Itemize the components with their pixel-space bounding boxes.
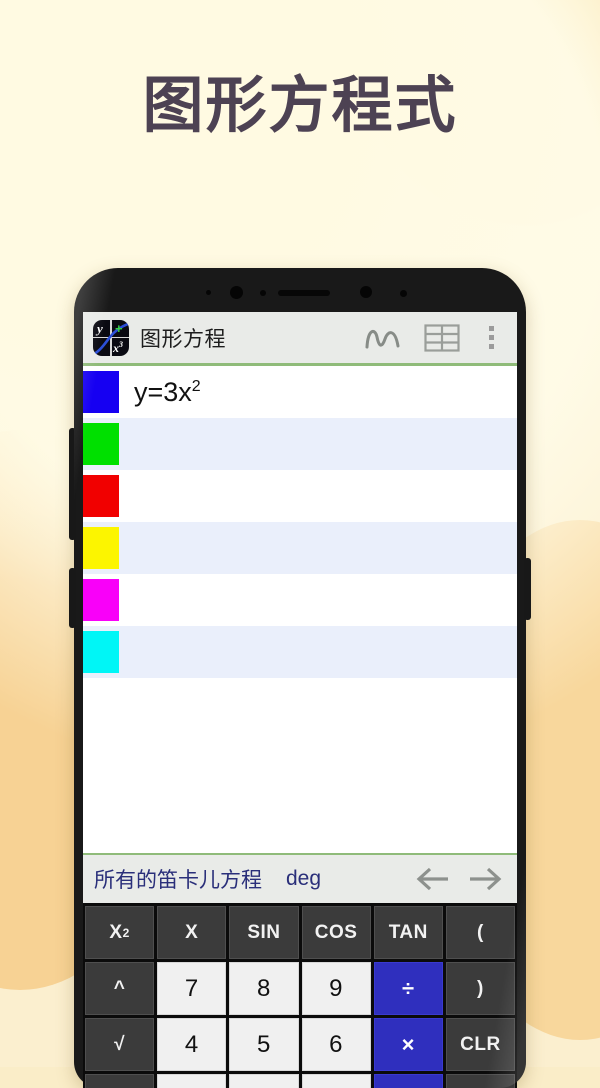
phone-screen: y + x3 图形方程	[83, 312, 517, 1088]
key-label: ×	[402, 1032, 415, 1058]
key-x[interactable]: X	[157, 906, 226, 959]
key-close-paren[interactable]: )	[446, 962, 515, 1015]
key-sin[interactable]: SIN	[229, 906, 298, 959]
key-label: 5	[257, 1031, 271, 1059]
equation-row[interactable]	[83, 522, 517, 574]
key-label: )	[477, 978, 484, 1000]
key-3[interactable]: 3	[302, 1074, 371, 1088]
app-icon-x-label: x3	[113, 340, 123, 356]
key-9[interactable]: 9	[302, 962, 371, 1015]
equation-row[interactable]	[83, 574, 517, 626]
key-minus[interactable]: −	[374, 1074, 443, 1088]
key-exponent: 2	[123, 926, 130, 940]
equation-list-empty-area[interactable]	[83, 739, 517, 855]
key-6[interactable]: 6	[302, 1018, 371, 1071]
wave-graph-icon[interactable]	[355, 316, 413, 360]
key-label: 9	[329, 975, 343, 1003]
key-1[interactable]: 1	[157, 1074, 226, 1088]
equation-color-swatch-yellow[interactable]	[83, 527, 119, 569]
key-label: CLR	[460, 1034, 501, 1056]
key-label: SIN	[247, 922, 280, 944]
earpiece-speaker-icon	[278, 290, 330, 296]
key-label: 6	[329, 1031, 343, 1059]
overflow-dot-icon	[489, 335, 494, 340]
equation-color-swatch-blue[interactable]	[83, 371, 119, 413]
equation-color-swatch-cyan[interactable]	[83, 631, 119, 673]
key-x-squared[interactable]: X2	[85, 906, 154, 959]
power-button[interactable]	[524, 558, 531, 620]
angle-unit-label[interactable]: deg	[286, 867, 321, 891]
key-open-paren[interactable]: (	[446, 906, 515, 959]
table-view-glyph	[424, 324, 460, 352]
equation-color-swatch-green[interactable]	[83, 423, 119, 465]
app-bar: y + x3 图形方程	[83, 312, 517, 366]
phone-top-bezel	[74, 268, 526, 312]
arrow-left-icon	[415, 866, 451, 892]
key-backspace[interactable]	[446, 1074, 515, 1088]
key-label: 7	[185, 975, 199, 1003]
equation-color-swatch-magenta[interactable]	[83, 579, 119, 621]
key-7[interactable]: 7	[157, 962, 226, 1015]
key-2[interactable]: 2	[229, 1074, 298, 1088]
front-camera-icon	[230, 286, 243, 299]
key-log[interactable]: LOG	[85, 1074, 154, 1088]
keypad-row: √ 4 5 6 × CLR	[85, 1018, 515, 1071]
key-4[interactable]: 4	[157, 1018, 226, 1071]
key-sqrt[interactable]: √	[85, 1018, 154, 1071]
volume-rocker-button[interactable]	[69, 428, 76, 540]
arrow-right-icon	[467, 866, 503, 892]
page-title: 图形方程式	[0, 72, 600, 142]
bixby-button[interactable]	[69, 568, 76, 628]
overflow-menu-icon[interactable]	[471, 316, 511, 360]
equation-row[interactable]	[83, 470, 517, 522]
sensor-dot-icon	[206, 290, 211, 295]
key-multiply[interactable]: ×	[374, 1018, 443, 1071]
key-5[interactable]: 5	[229, 1018, 298, 1071]
key-label: TAN	[389, 922, 428, 944]
key-label: 4	[185, 1031, 199, 1059]
wave-graph-glyph	[364, 325, 404, 351]
phone-mockup: y + x3 图形方程	[74, 268, 526, 1088]
previous-equation-button[interactable]	[407, 857, 459, 901]
keypad-row: X2XSINCOSTAN(	[85, 906, 515, 959]
key-label: X	[109, 922, 122, 944]
app-icon-plus-label: +	[115, 321, 123, 336]
table-view-icon[interactable]	[413, 316, 471, 360]
overflow-dot-icon	[489, 326, 494, 331]
keypad-row: ^ 7 8 9 ÷)	[85, 962, 515, 1015]
app-icon-y-label: y	[97, 321, 103, 337]
key-label: √	[114, 1034, 125, 1056]
equation-text[interactable]: y=3x2	[134, 379, 201, 406]
equation-row[interactable]	[83, 418, 517, 470]
graph-equation-app-icon: y + x3	[93, 320, 129, 356]
key-clear[interactable]: CLR	[446, 1018, 515, 1071]
key-divide[interactable]: ÷	[374, 962, 443, 1015]
equation-row[interactable]	[83, 626, 517, 678]
iris-scanner-icon	[360, 286, 372, 298]
key-label: 8	[257, 975, 271, 1003]
key-cos[interactable]: COS	[302, 906, 371, 959]
sensor-dot-icon	[400, 290, 407, 297]
key-8[interactable]: 8	[229, 962, 298, 1015]
calculator-keypad: X2XSINCOSTAN(^789÷)√456×CLRLOG123−LN.0=+…	[83, 903, 517, 1088]
status-bar: 所有的笛卡儿方程 deg	[83, 855, 517, 903]
key-tan[interactable]: TAN	[374, 906, 443, 959]
key-label: ÷	[402, 976, 415, 1002]
keypad-row: LOG123−	[85, 1074, 515, 1088]
coordinate-mode-label[interactable]: 所有的笛卡儿方程	[94, 864, 262, 894]
key-label: COS	[315, 922, 358, 944]
key-power[interactable]: ^	[85, 962, 154, 1015]
sensor-dot-icon	[260, 290, 266, 296]
next-equation-button[interactable]	[459, 857, 511, 901]
equation-exponent: 2	[192, 378, 201, 395]
equation-color-swatch-red[interactable]	[83, 475, 119, 517]
key-label: ^	[114, 978, 126, 1000]
equation-row[interactable]: y=3x2	[83, 366, 517, 418]
app-title: 图形方程	[140, 323, 355, 353]
equation-list: y=3x2	[83, 366, 517, 739]
key-label: X	[185, 922, 198, 944]
overflow-dot-icon	[489, 344, 494, 349]
key-label: (	[477, 922, 484, 944]
